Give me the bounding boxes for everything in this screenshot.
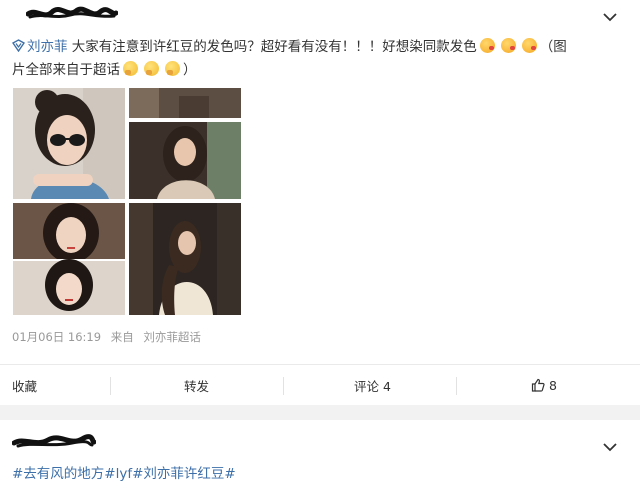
supertopic-link[interactable]: 刘亦菲 [27, 39, 68, 55]
photo-portrait-pair[interactable] [13, 203, 125, 315]
divider [283, 377, 284, 395]
photo-standing[interactable] [129, 203, 241, 315]
post-body-paren-close: ） [183, 62, 197, 78]
photo-sunglasses[interactable] [13, 88, 125, 199]
post-body: 刘亦菲 大家有注意到许红豆的发色吗？超好看有没有！！！好想染同款发色 （图 片全部… [12, 36, 624, 82]
comment-button[interactable]: 评论 4 [354, 365, 391, 405]
favorite-label: 收藏 [12, 378, 38, 394]
post-body-line1: 大家有注意到许红豆的发色吗？超好看有没有！！！好想染同款发色 [67, 39, 477, 55]
thinking-emoji [165, 61, 180, 76]
kiss-emoji [479, 38, 495, 53]
divider [456, 377, 457, 395]
repost-button[interactable]: 转发 [184, 365, 209, 405]
like-count: 8 [549, 377, 557, 393]
source-link[interactable]: 刘亦菲超话 [143, 330, 201, 344]
divider [110, 377, 111, 395]
thinking-emoji [144, 61, 159, 76]
repost-label: 转发 [184, 378, 210, 394]
source-prefix: 来自 [110, 330, 134, 344]
post-meta: 01月06日 16:19 来自 刘亦菲超话 [12, 329, 207, 345]
like-button[interactable]: 8 [531, 365, 557, 405]
chevron-down-icon[interactable] [603, 12, 617, 22]
redacted-author-name [26, 6, 118, 19]
kiss-emoji [521, 38, 537, 53]
post-body-paren-open: （图 [539, 39, 567, 55]
redacted-author-name [12, 434, 96, 448]
thinking-emoji [123, 61, 138, 76]
post-date: 01月06日 16:19 [12, 330, 102, 344]
action-bar: 收藏 转发 评论 4 8 [0, 364, 640, 405]
comment-label: 评论 4 [354, 378, 391, 394]
supertopic-tag-icon [12, 39, 25, 52]
photo-evening-pair[interactable] [129, 88, 241, 199]
kiss-emoji [500, 38, 516, 53]
thumb-up-icon [531, 378, 545, 392]
post-card: 刘亦菲 大家有注意到许红豆的发色吗？超好看有没有！！！好想染同款发色 （图 片全部… [0, 0, 640, 405]
post-body-line2: 片全部来自于超话 [12, 62, 120, 78]
topic-hashtags[interactable]: #去有风的地方#lyf#刘亦菲许红豆# [12, 462, 236, 482]
chevron-down-icon[interactable] [603, 442, 617, 452]
favorite-button[interactable]: 收藏 [12, 365, 37, 405]
